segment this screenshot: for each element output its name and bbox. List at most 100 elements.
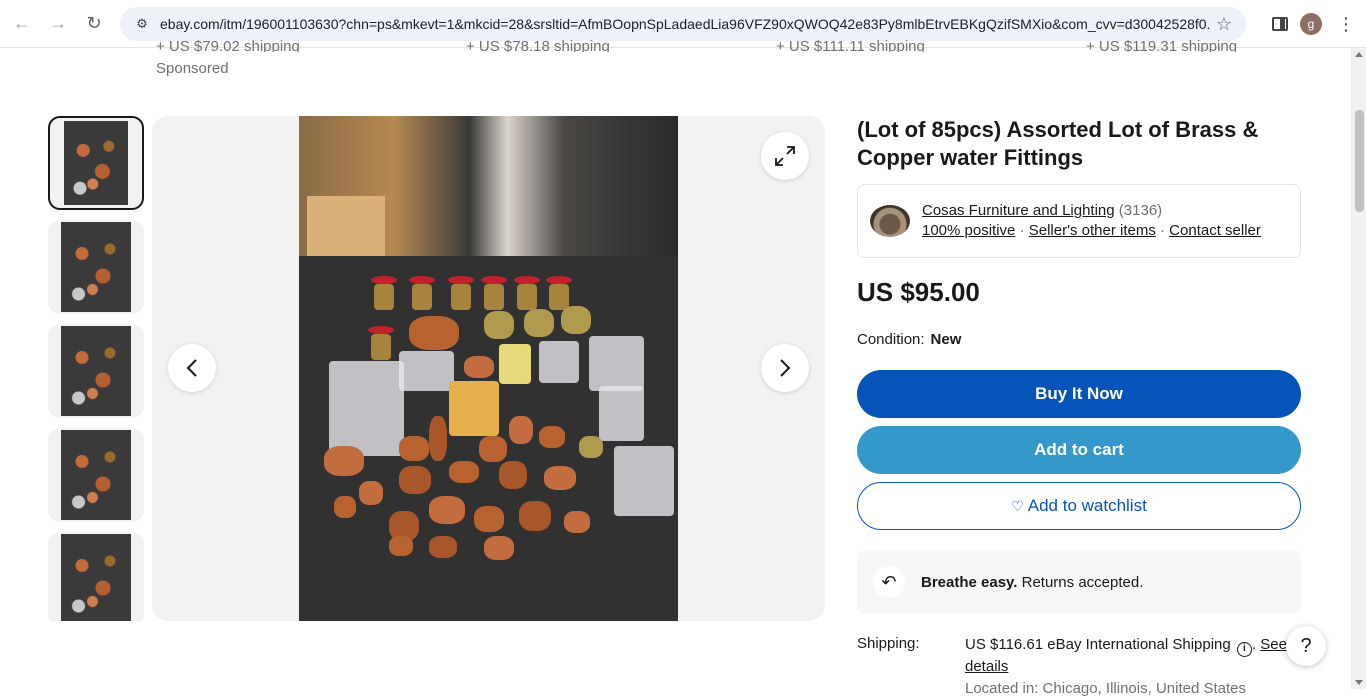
photo-elbow: [409, 316, 459, 350]
photo-bag: [614, 446, 674, 516]
main-image-carousel: [152, 116, 825, 621]
add-to-cart-label: Add to cart: [1034, 440, 1124, 459]
back-arrow-icon[interactable]: ←: [4, 6, 40, 42]
thumbnail-image: [61, 430, 131, 520]
thumbnail-1[interactable]: [48, 116, 144, 210]
photo-valve: [546, 276, 572, 310]
condition-row: Condition: New: [857, 331, 961, 348]
photo-bag: [499, 344, 531, 384]
expand-image-button[interactable]: [761, 132, 809, 180]
photo-valve: [371, 276, 397, 310]
buy-it-now-label: Buy It Now: [1035, 384, 1123, 403]
returns-banner: ↶ Breathe easy. Returns accepted.: [857, 550, 1301, 614]
thumbnail-3[interactable]: [48, 324, 144, 418]
seller-card: Cosas Furniture and Lighting (3136) 100%…: [857, 184, 1301, 258]
photo-coupling: [564, 511, 590, 533]
forward-arrow-icon[interactable]: →: [40, 6, 76, 42]
chevron-right-icon: [780, 359, 791, 377]
chevron-left-icon: [186, 359, 197, 377]
photo-bag: [589, 336, 644, 391]
scroll-down-arrow-icon[interactable]: [1355, 680, 1363, 685]
seller-positive-link[interactable]: 100% positive: [922, 222, 1015, 239]
side-panel-icon[interactable]: [1272, 17, 1288, 31]
address-bar[interactable]: ⚙ ebay.com/itm/196001103630?chn=ps&mkevt…: [120, 7, 1246, 41]
scrollbar-thumb[interactable]: [1355, 110, 1364, 212]
photo-coupling: [539, 426, 565, 448]
thumbnail-2[interactable]: [48, 220, 144, 314]
sponsored-shipping-2: + US $78.18 shipping: [466, 38, 610, 52]
product-photo[interactable]: [299, 116, 678, 621]
url-text[interactable]: ebay.com/itm/196001103630?chn=ps&mkevt=1…: [160, 16, 1210, 32]
menu-kebab-icon[interactable]: ⋮: [1334, 14, 1358, 35]
separator: ·: [1019, 222, 1025, 239]
returns-detail: Returns accepted.: [1021, 573, 1144, 591]
photo-fitting: [579, 436, 603, 458]
previous-image-button[interactable]: [168, 344, 216, 392]
scroll-up-arrow-icon[interactable]: [1355, 52, 1363, 57]
photo-elbow: [484, 536, 514, 560]
shipping-amount: US $116.61 eBay International Shipping: [965, 636, 1231, 653]
shipping-label: Shipping:: [857, 635, 920, 652]
photo-coupling: [474, 506, 504, 532]
photo-valve: [514, 276, 540, 310]
expand-icon: [775, 146, 795, 166]
thumbnail-4[interactable]: [48, 428, 144, 522]
seller-name-link[interactable]: Cosas Furniture and Lighting: [922, 202, 1115, 219]
sponsored-shipping-4: + US $119.31 shipping: [1086, 38, 1238, 52]
sponsored-label: Sponsored: [156, 60, 229, 77]
photo-bag: [599, 386, 644, 441]
next-image-button[interactable]: [761, 344, 809, 392]
seller-logo[interactable]: [870, 205, 910, 237]
photo-pipe: [429, 416, 447, 461]
info-icon[interactable]: i: [1236, 642, 1252, 657]
photo-coupling: [499, 461, 527, 489]
photo-valve: [448, 276, 474, 310]
photo-coupling: [334, 496, 356, 518]
photo-elbow: [399, 466, 431, 494]
photo-bag: [329, 361, 404, 456]
sponsored-shipping-row: + US $79.02 shipping + US $78.18 shippin…: [0, 38, 1350, 52]
add-to-watchlist-label: Add to watchlist: [1027, 496, 1147, 515]
photo-elbow: [429, 496, 465, 524]
thumbnail-image: [61, 222, 131, 312]
condition-label: Condition:: [857, 331, 925, 348]
reload-icon[interactable]: ↻: [76, 6, 112, 42]
help-button[interactable]: ?: [1286, 626, 1326, 666]
photo-coupling: [429, 536, 457, 558]
item-price: US $95.00: [857, 277, 980, 307]
thumbnail-5[interactable]: [48, 532, 144, 621]
photo-valve: [368, 326, 394, 360]
returns-bold: Breathe easy.: [921, 573, 1018, 591]
buy-it-now-button[interactable]: Buy It Now: [857, 370, 1301, 418]
photo-bag: [539, 341, 579, 383]
add-to-watchlist-button[interactable]: ♡ Add to watchlist: [857, 482, 1301, 530]
photo-elbow: [519, 501, 551, 531]
photo-elbow: [324, 446, 364, 476]
returns-text: Breathe easy. Returns accepted.: [921, 574, 1143, 591]
sponsored-shipping-1: + US $79.02 shipping: [156, 38, 300, 52]
seller-feedback-count: (3136): [1118, 202, 1163, 219]
heart-icon: ♡: [1011, 497, 1024, 514]
profile-avatar[interactable]: g: [1300, 13, 1322, 35]
photo-coupling: [509, 416, 533, 444]
site-info-icon[interactable]: ⚙: [134, 16, 150, 32]
photo-fitting: [524, 309, 554, 337]
photo-coupling: [359, 481, 383, 505]
sponsored-shipping-3: + US $111.11 shipping: [776, 38, 925, 52]
photo-coupling: [399, 436, 429, 461]
condition-value: New: [930, 331, 962, 348]
photo-bag: [399, 351, 454, 391]
photo-coupling: [389, 536, 413, 556]
photo-elbow: [464, 356, 494, 378]
separator: ·: [1160, 222, 1165, 239]
thumbnail-list: [48, 116, 144, 621]
photo-fitting: [561, 306, 591, 334]
add-to-cart-button[interactable]: Add to cart: [857, 426, 1301, 474]
contact-seller-link[interactable]: Contact seller: [1169, 222, 1261, 239]
page-scrollbar[interactable]: [1351, 48, 1366, 689]
bookmark-star-icon[interactable]: ☆: [1216, 14, 1232, 35]
thumbnail-image: [61, 326, 131, 416]
seller-links: 100% positive · Seller's other items · C…: [922, 222, 1261, 239]
thumbnail-image: [64, 121, 128, 205]
seller-other-items-link[interactable]: Seller's other items: [1029, 222, 1156, 239]
